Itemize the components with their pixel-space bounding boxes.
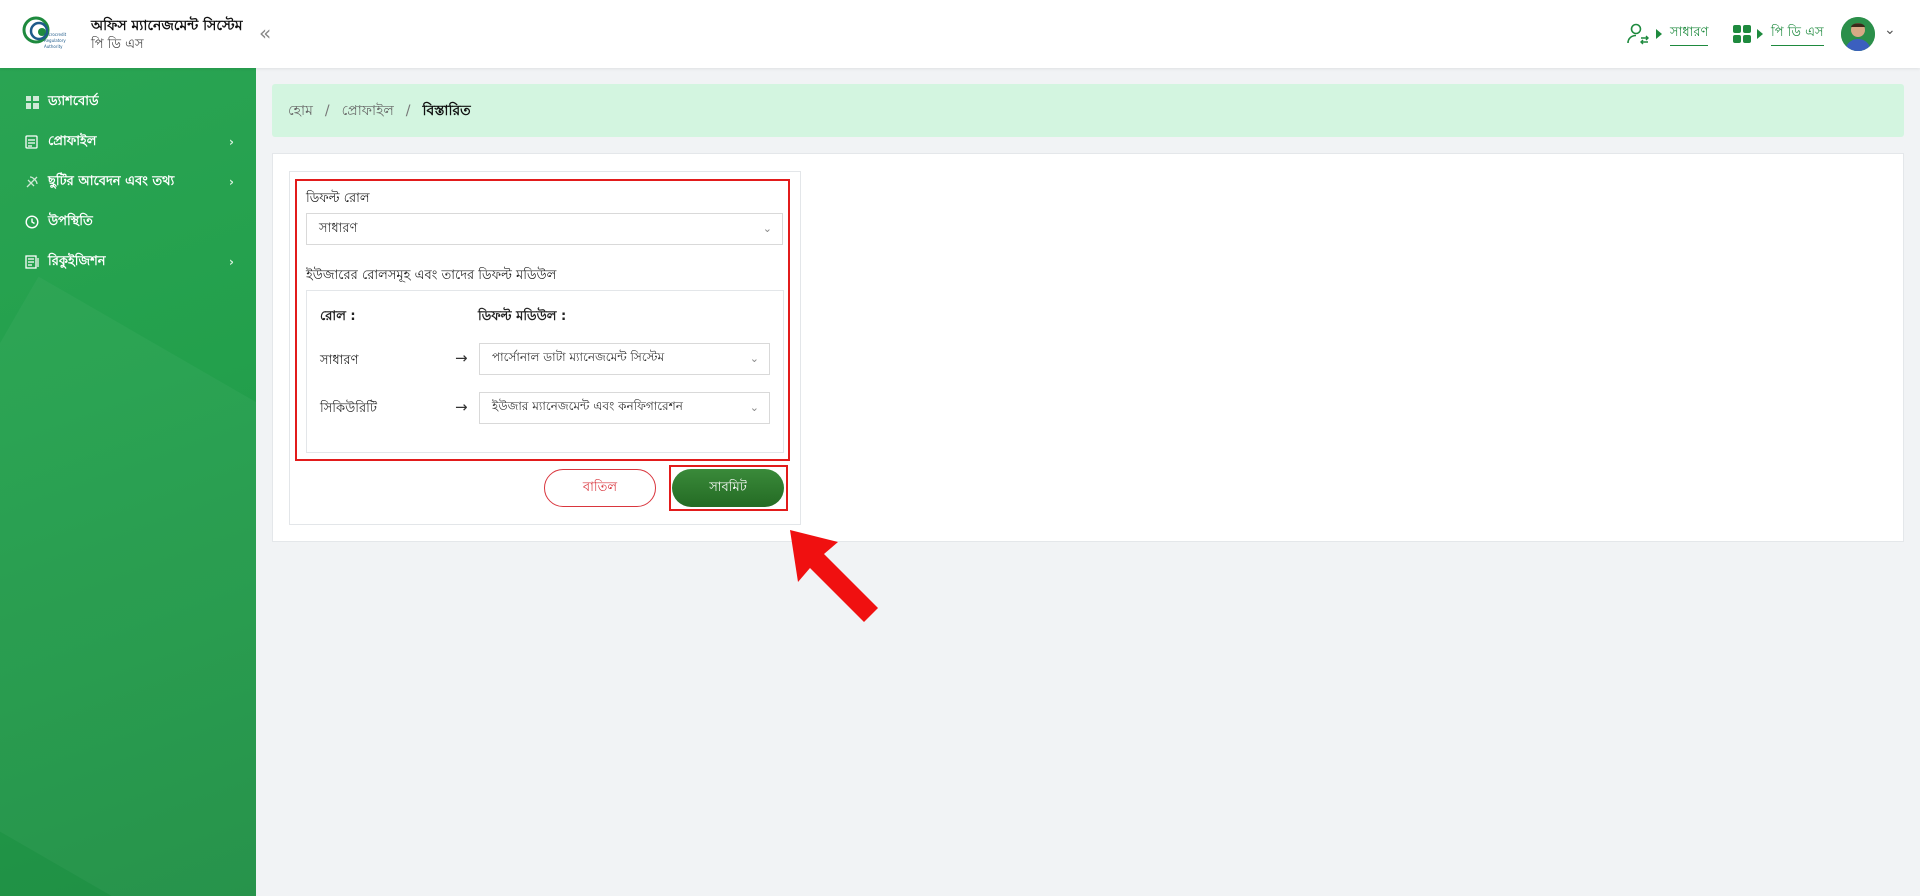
col-role-header: রোল : xyxy=(320,309,356,324)
breadcrumb-separator: / xyxy=(405,102,411,119)
caret-right-icon xyxy=(1656,29,1662,39)
avatar-image xyxy=(1841,17,1875,51)
sidebar-item-attendance[interactable]: উপস্থিতি xyxy=(24,211,234,233)
breadcrumb-home[interactable]: হোম xyxy=(288,99,313,123)
sidebar-collapse-icon[interactable]: « xyxy=(259,21,271,45)
dashboard-icon xyxy=(24,94,40,110)
apps-grid-icon xyxy=(1733,25,1751,43)
requisition-icon xyxy=(24,254,40,270)
pointer-arrow-icon xyxy=(790,530,878,622)
top-header: Microcredit Regulatory Authority অফিস ম্… xyxy=(0,0,1920,68)
default-role-value: সাধারণ xyxy=(319,220,358,236)
chevron-down-icon: ⌄ xyxy=(749,352,759,365)
caret-right-icon xyxy=(1757,29,1763,39)
chevron-down-icon: ⌄ xyxy=(749,401,759,414)
module-switcher[interactable]: পি ডি এস xyxy=(1733,18,1824,50)
col-module-header: ডিফল্ট মডিউল : xyxy=(478,309,567,324)
profile-icon xyxy=(24,134,40,150)
sidebar-item-label: প্রোফাইল xyxy=(48,133,97,149)
role-name: সিকিউরিটি xyxy=(320,401,377,416)
authority-logo: Microcredit Regulatory Authority xyxy=(22,16,67,49)
default-role-select[interactable]: সাধারণ ⌄ xyxy=(306,213,783,245)
chevron-down-icon[interactable]: ⌄ xyxy=(1884,22,1896,38)
highlight-box-submit xyxy=(669,465,788,511)
current-role-link[interactable]: সাধারণ xyxy=(1670,23,1709,46)
sidebar-item-label: উপস্থিতি xyxy=(48,213,93,229)
roles-section-label: ইউজারের রোলসমূহ এবং তাদের ডিফল্ট মডিউল xyxy=(306,268,557,283)
module-select-general[interactable]: পার্সোনাল ডাটা ম্যানেজমেন্ট সিস্টেম ⌄ xyxy=(479,343,770,375)
breadcrumb-separator: / xyxy=(324,102,330,119)
arrow-right-icon: → xyxy=(455,398,468,416)
breadcrumb-profile[interactable]: প্রোফাইল xyxy=(342,99,394,123)
module-value: পার্সোনাল ডাটা ম্যানেজমেন্ট সিস্টেম xyxy=(492,350,665,364)
chevron-right-icon: › xyxy=(229,135,234,149)
sidebar-item-leave[interactable]: ছুটির আবেদন এবং তথ্য › xyxy=(24,171,234,193)
chevron-right-icon: › xyxy=(229,175,234,189)
chevron-down-icon: ⌄ xyxy=(762,222,772,235)
breadcrumb: হোম / প্রোফাইল / বিস্তারিত xyxy=(272,84,1904,137)
leave-icon xyxy=(24,174,40,190)
sidebar-item-label: ড্যাশবোর্ড xyxy=(48,93,99,109)
cancel-button[interactable]: বাতিল xyxy=(544,469,656,507)
current-module-link[interactable]: পি ডি এস xyxy=(1771,23,1824,46)
sidebar-item-label: রিকুইজিশন xyxy=(48,253,106,269)
module-value: ইউজার ম্যানেজমেন্ট এবং কনফিগারেশন xyxy=(492,399,683,413)
svg-text:Microcredit: Microcredit xyxy=(44,32,67,37)
sidebar-item-profile[interactable]: প্রোফাইল › xyxy=(24,131,234,153)
arrow-right-icon: → xyxy=(455,349,468,367)
breadcrumb-current: বিস্তারিত xyxy=(422,102,471,119)
clock-icon xyxy=(24,214,40,230)
chevron-right-icon: › xyxy=(229,255,234,269)
sidebar: ড্যাশবোর্ড প্রোফাইল › ছুটির আবেদন এবং তথ… xyxy=(0,68,256,896)
sidebar-item-dashboard[interactable]: ড্যাশবোর্ড xyxy=(24,91,234,113)
svg-text:Regulatory: Regulatory xyxy=(44,38,66,43)
user-switch-icon xyxy=(1627,23,1649,45)
default-role-label: ডিফল্ট রোল xyxy=(306,191,370,206)
user-avatar[interactable] xyxy=(1841,17,1875,51)
role-name: সাধারণ xyxy=(320,353,359,368)
sidebar-item-label: ছুটির আবেদন এবং তথ্য xyxy=(48,173,175,189)
module-select-security[interactable]: ইউজার ম্যানেজমেন্ট এবং কনফিগারেশন ⌄ xyxy=(479,392,770,424)
app-subtitle: পি ডি এস xyxy=(91,37,144,52)
role-switcher[interactable]: সাধারণ xyxy=(1626,18,1709,50)
sidebar-item-requisition[interactable]: রিকুইজিশন › xyxy=(24,251,234,273)
svg-text:Authority: Authority xyxy=(44,44,63,49)
